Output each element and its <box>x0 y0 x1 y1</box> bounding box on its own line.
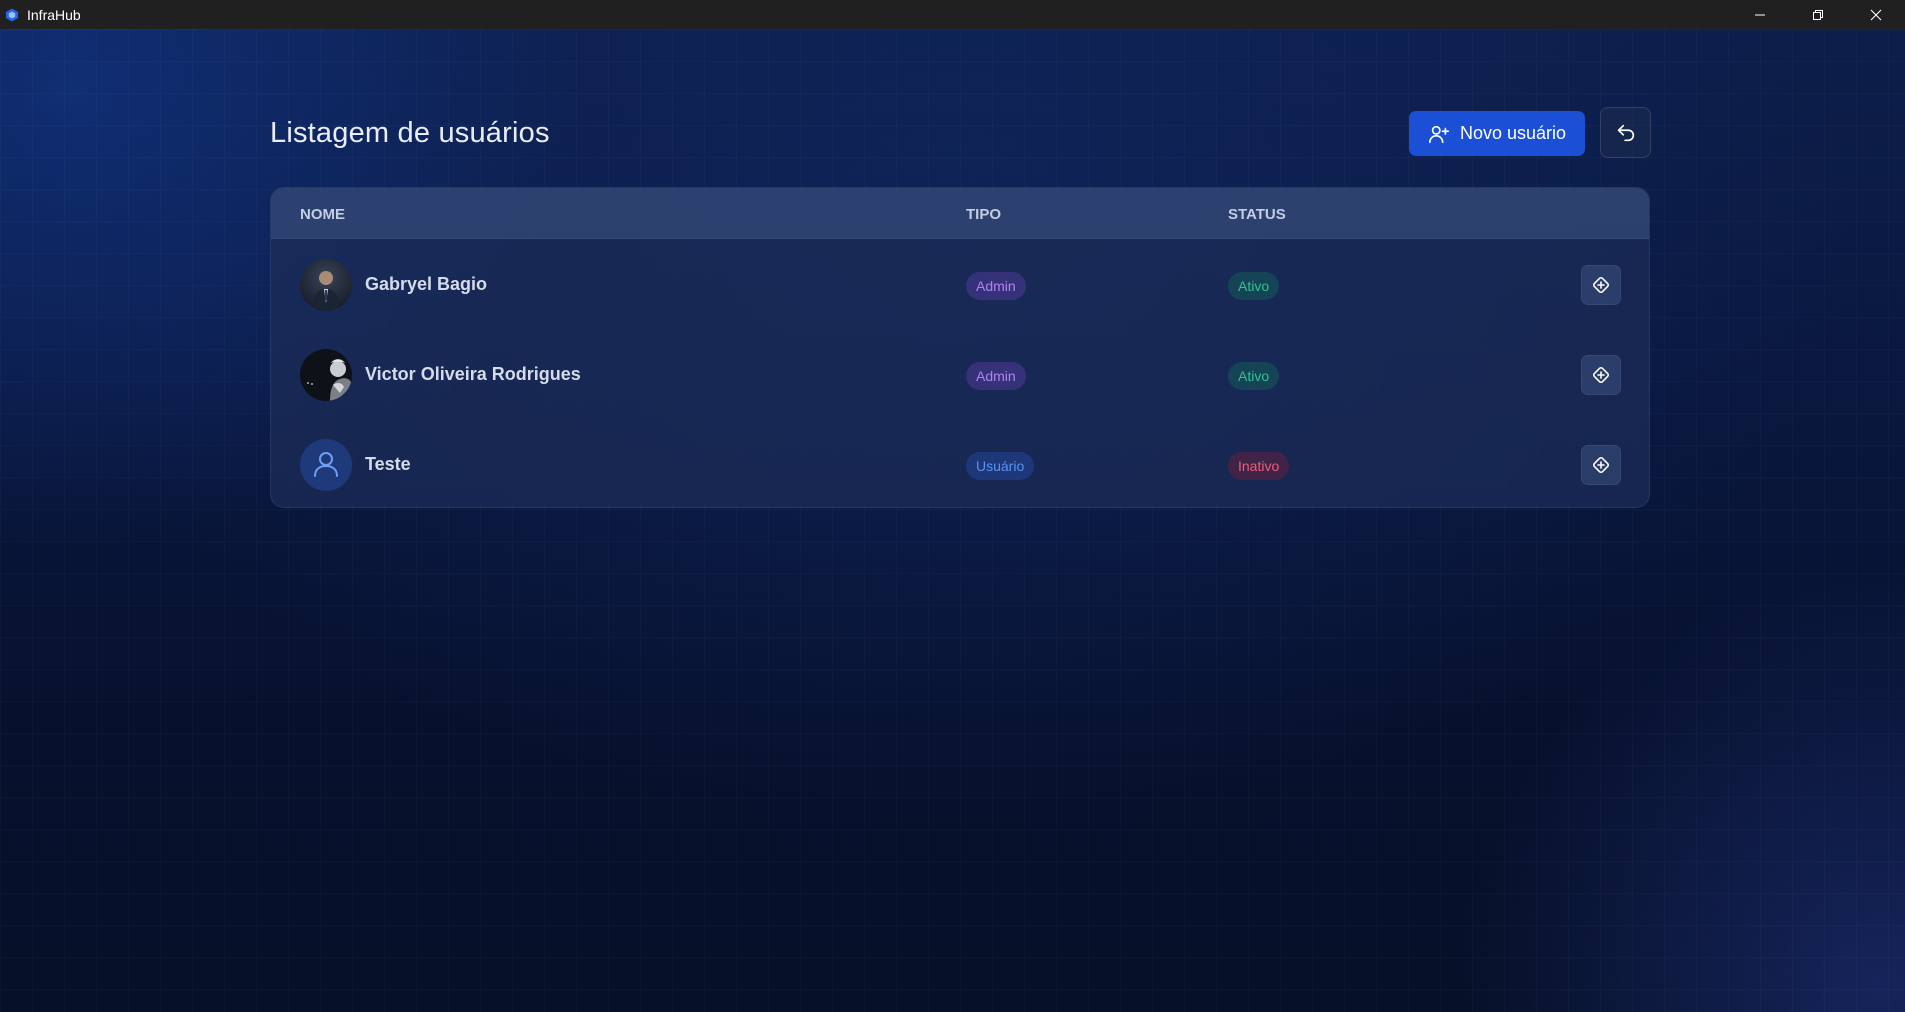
column-header-type: TIPO <box>966 206 1002 223</box>
app-background: Listagem de usuários Novo usuário NOME T… <box>0 29 1905 1012</box>
column-header-status: STATUS <box>1228 206 1286 223</box>
close-icon[interactable] <box>1847 0 1905 29</box>
table-row: Teste Usuário Inativo <box>271 419 1649 507</box>
new-user-label: Novo usuário <box>1459 123 1567 143</box>
column-header-name: NOME <box>300 206 345 223</box>
diamond-plus-icon <box>1592 456 1610 474</box>
avatar <box>300 259 352 311</box>
user-name: Victor Oliveira Rodrigues <box>365 364 581 384</box>
status-badge: Ativo <box>1228 272 1280 300</box>
page-title: Listagem de usuários <box>270 117 550 149</box>
background-grid <box>0 29 1905 1012</box>
row-action-button[interactable] <box>1581 265 1621 305</box>
user-plus-icon <box>1428 125 1449 143</box>
window-titlebar: InfraHub <box>0 0 1905 29</box>
diamond-plus-icon <box>1592 276 1610 294</box>
table-header: NOME TIPO STATUS <box>271 188 1649 239</box>
window-controls <box>1731 0 1905 29</box>
minimize-icon[interactable] <box>1731 0 1789 29</box>
user-name: Teste <box>365 454 411 474</box>
avatar <box>300 349 352 401</box>
diamond-plus-icon <box>1592 366 1610 384</box>
avatar <box>300 439 352 491</box>
table-row: Gabryel Bagio Admin Ativo <box>271 239 1649 329</box>
window-title: InfraHub <box>27 6 81 23</box>
restore-icon[interactable] <box>1789 0 1847 29</box>
undo-arrow-icon <box>1617 124 1634 141</box>
user-placeholder-icon <box>314 452 338 477</box>
status-badge: Inativo <box>1228 452 1290 480</box>
type-badge: Admin <box>966 272 1026 300</box>
status-badge: Ativo <box>1228 362 1280 390</box>
app-logo-icon <box>6 8 18 21</box>
new-user-button[interactable]: Novo usuário <box>1409 111 1585 156</box>
user-name: Gabryel Bagio <box>365 274 488 294</box>
type-badge: Admin <box>966 362 1026 390</box>
table-row: Victor Oliveira Rodrigues Admin Ativo <box>271 329 1649 419</box>
users-table: NOME TIPO STATUS Gabryel Bagio Admin Ati… <box>270 187 1650 508</box>
row-action-button[interactable] <box>1581 445 1621 485</box>
type-badge: Usuário <box>966 452 1035 480</box>
row-action-button[interactable] <box>1581 355 1621 395</box>
back-button[interactable] <box>1600 107 1651 158</box>
